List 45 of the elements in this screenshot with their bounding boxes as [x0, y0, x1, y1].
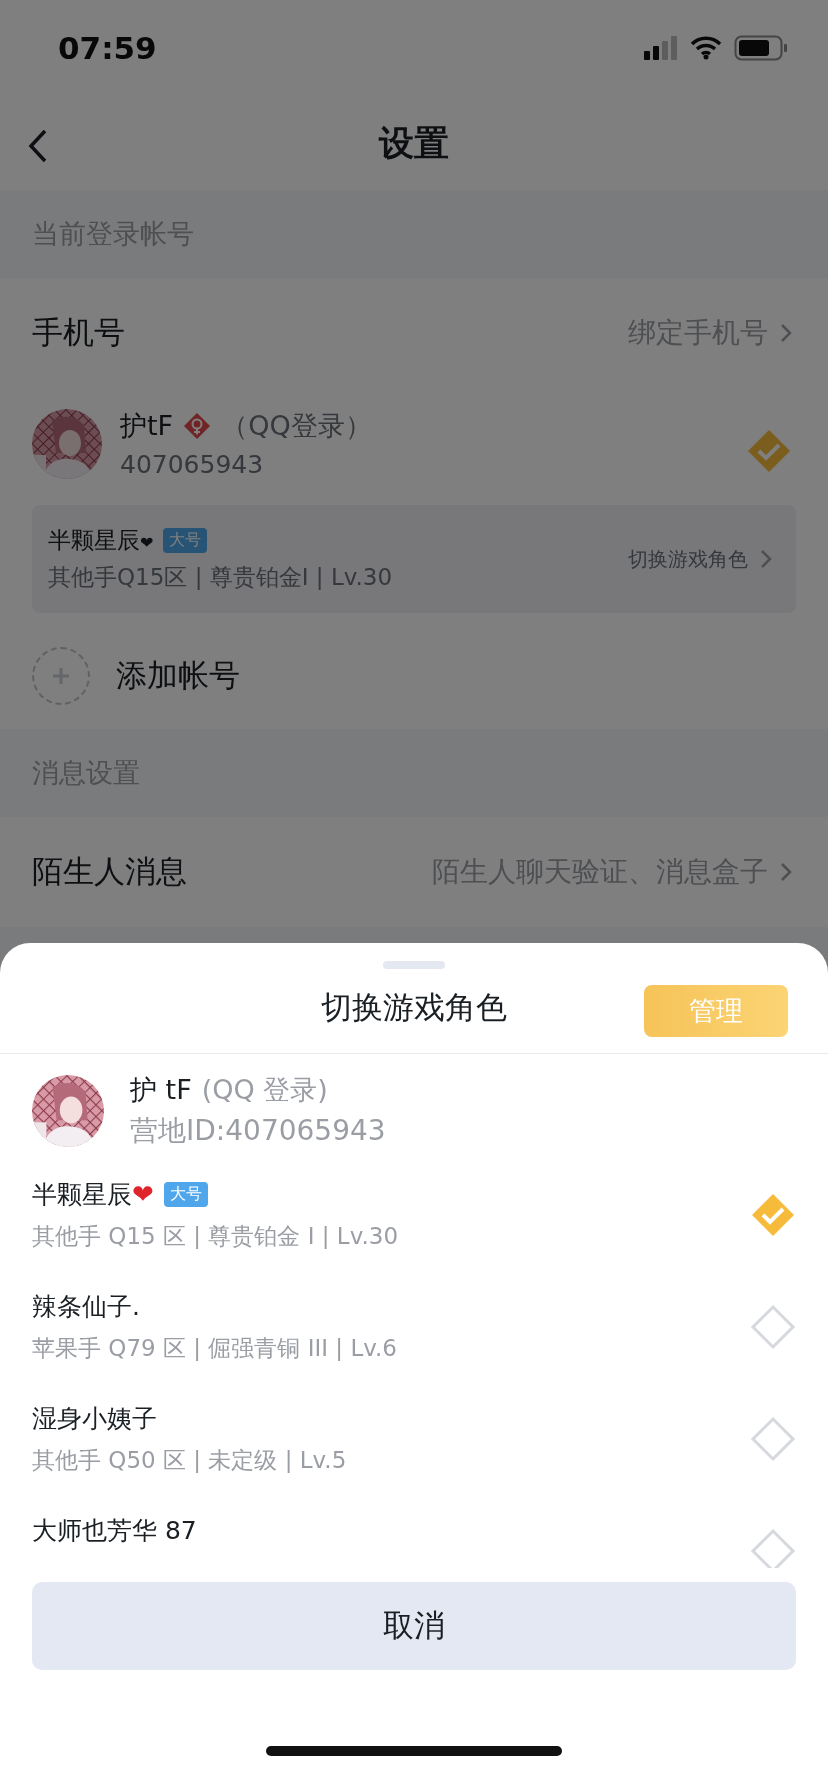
role-detail: 苹果手 Q79 区 | 倔强青铜 III | Lv.6 — [32, 1334, 397, 1363]
profile-name: 护 tF — [130, 1073, 192, 1107]
main-account-tag: 大号 — [163, 528, 208, 553]
gender-icon — [183, 412, 212, 440]
profile-id: 营地ID:407065943 — [130, 1113, 386, 1149]
role-card[interactable]: 半颗星辰❤ 大号 其他手Q15区 | 尊贵铂金I | Lv.30 切换游戏角色 — [32, 505, 796, 613]
account-id: 407065943 — [120, 450, 265, 479]
unchecked-diamond-icon[interactable] — [750, 1416, 796, 1462]
cancel-button[interactable]: 取消 — [32, 1582, 796, 1670]
add-icon — [32, 647, 90, 705]
status-time: 07:59 — [58, 30, 157, 66]
sheet-title: 切换游戏角色 — [321, 988, 507, 1027]
role-name: 辣条仙子. — [32, 1291, 140, 1323]
account-name: 护tF — [120, 409, 174, 443]
role-row[interactable]: 大师也芳华 87 — [0, 1500, 828, 1568]
signal-icon — [644, 35, 678, 61]
row-label: 添加帐号 — [116, 656, 240, 695]
role-detail: 其他手 Q50 区 | 未定级 | Lv.5 — [32, 1446, 347, 1475]
role-row[interactable]: 半颗星辰❤ 大号 其他手 Q15 区 | 尊贵铂金 I | Lv.30 — [0, 1164, 828, 1276]
main-account-tag: 大号 — [163, 1182, 208, 1207]
unchecked-diamond-icon[interactable] — [750, 1528, 796, 1568]
role-name: 半颗星辰❤ — [48, 526, 154, 555]
battery-icon — [734, 35, 788, 61]
role-detail: 其他手 Q15 区 | 尊贵铂金 I | Lv.30 — [32, 1222, 399, 1251]
login-method: （QQ登录） — [221, 409, 372, 443]
role-row[interactable]: 湿身小姨子 其他手 Q50 区 | 未定级 | Lv.5 — [0, 1388, 828, 1500]
role-detail: 其他手Q15区 | 尊贵铂金I | Lv.30 — [48, 563, 393, 592]
role-row[interactable]: 辣条仙子. 苹果手 Q79 区 | 倔强青铜 III | Lv.6 — [0, 1276, 828, 1388]
add-account-row[interactable]: 添加帐号 — [0, 623, 828, 729]
wifi-icon — [690, 36, 722, 60]
chevron-right-icon — [760, 549, 772, 569]
checked-diamond-icon[interactable] — [750, 1192, 796, 1238]
page-title: 设置 — [379, 121, 449, 165]
chevron-right-icon — [780, 323, 792, 343]
sheet-handle[interactable] — [383, 961, 445, 969]
chevron-right-icon — [780, 862, 792, 882]
login-method: (QQ 登录) — [201, 1073, 328, 1107]
role-name: 半颗星辰❤ — [32, 1178, 154, 1211]
role-name: 湿身小姨子 — [32, 1403, 157, 1435]
role-name: 大师也芳华 87 — [32, 1515, 197, 1547]
row-label: 陌生人消息 — [32, 852, 187, 891]
unchecked-diamond-icon[interactable] — [750, 1304, 796, 1350]
checked-diamond-icon[interactable] — [746, 427, 792, 474]
row-label: 手机号 — [32, 313, 125, 352]
switch-role-link[interactable]: 切换游戏角色 — [628, 545, 748, 573]
